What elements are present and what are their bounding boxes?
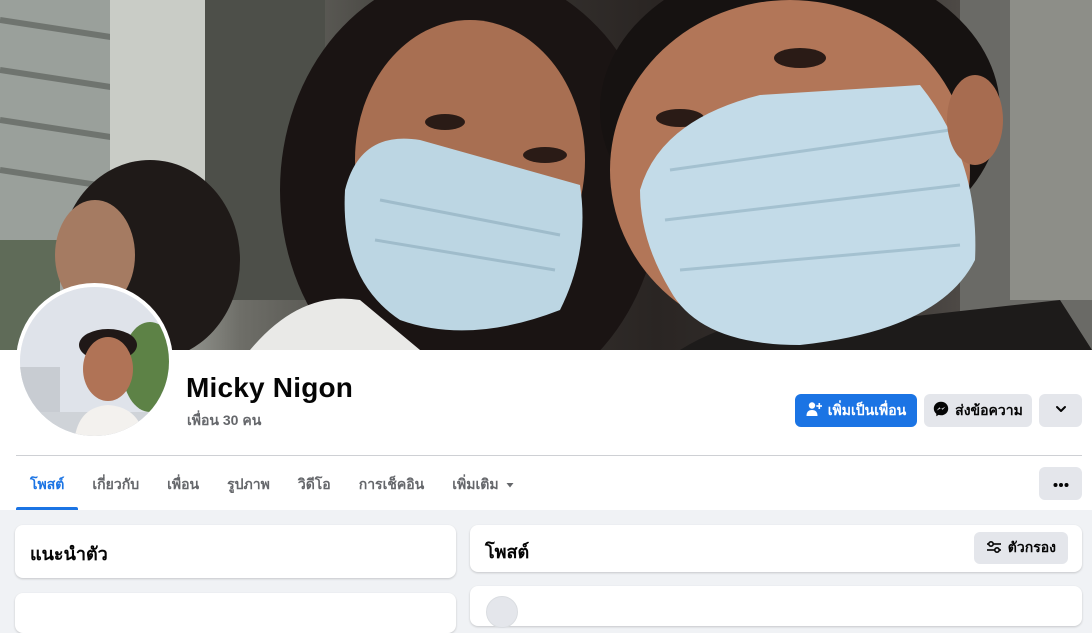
message-label: ส่งข้อความ [955, 401, 1023, 418]
ellipsis-icon [1053, 475, 1069, 493]
friend-count[interactable]: เพื่อน 30 คน [187, 410, 261, 432]
avatar-illustration [20, 287, 169, 436]
chevron-down-icon [1054, 402, 1068, 419]
tab-label: เกี่ยวกับ [92, 475, 140, 492]
profile-more-button[interactable] [1039, 394, 1082, 427]
tab-label: เพิ่มเติม [452, 475, 499, 492]
tab-about[interactable]: เกี่ยวกับ [78, 459, 153, 510]
tab-label: วิดีโอ [297, 475, 331, 492]
tabs-options-button[interactable] [1039, 467, 1082, 500]
posts-title: โพสต์ [485, 542, 530, 562]
profile-name: Micky Nigon [186, 372, 354, 403]
add-friend-label: เพิ่มเป็นเพื่อน [827, 401, 907, 418]
tab-label: การเช็คอิน [358, 475, 425, 492]
avatar [20, 287, 169, 436]
profile-picture[interactable] [16, 283, 173, 440]
messenger-icon [933, 401, 949, 420]
avatar [486, 596, 518, 628]
add-friend-button[interactable]: เพิ่มเป็นเพื่อน [795, 394, 917, 427]
intro-title: แนะนำตัว [30, 544, 108, 564]
tab-label: โพสต์ [30, 475, 65, 492]
tab-photos[interactable]: รูปภาพ [213, 459, 284, 510]
intro-card-secondary [15, 593, 456, 633]
tab-label: เพื่อน [167, 475, 200, 492]
filter-label: ตัวกรอง [1007, 539, 1056, 555]
tab-posts[interactable]: โพสต์ [16, 459, 79, 510]
filter-button[interactable]: ตัวกรอง [973, 532, 1068, 564]
intro-card: แนะนำตัว [15, 525, 456, 578]
composer-card [470, 586, 1082, 628]
message-button[interactable]: ส่งข้อความ [924, 394, 1032, 427]
tab-label: รูปภาพ [227, 475, 270, 492]
tab-videos[interactable]: วิดีโอ [284, 459, 345, 510]
profile-tabs: โพสต์ เกี่ยวกับ เพื่อน รูปภาพ วิดีโอ การ… [16, 459, 529, 510]
person-plus-icon [806, 401, 823, 420]
sliders-icon [986, 539, 1002, 558]
header-divider [16, 455, 1082, 456]
tab-more[interactable]: เพิ่มเติม [438, 459, 528, 510]
tab-friends[interactable]: เพื่อน [153, 459, 213, 510]
profile-header: Micky Nigon เพื่อน 30 คน เพิ่มเป็นเพื่อน… [0, 0, 1092, 510]
tab-check-ins[interactable]: การเช็คอิน [345, 459, 439, 510]
caret-down-icon [505, 477, 515, 493]
posts-card: โพสต์ ตัวกรอง [470, 525, 1082, 572]
